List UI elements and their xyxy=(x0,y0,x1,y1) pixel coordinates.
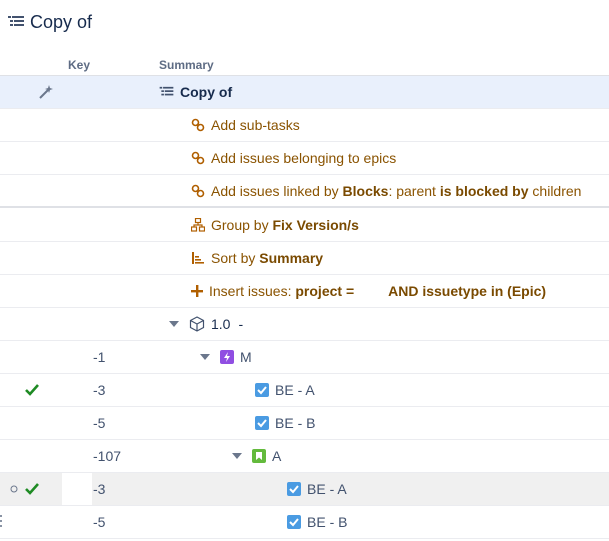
generator-label[interactable]: Insert issues: project = AND issuetype in… xyxy=(209,283,546,299)
issue-key[interactable]: -1 xyxy=(93,341,105,373)
generator-label[interactable]: Add sub-tasks xyxy=(211,117,300,133)
column-header-summary[interactable]: Summary xyxy=(159,58,214,72)
generator-label[interactable]: Add issues linked by Blocks: parent is b… xyxy=(211,183,581,199)
checkbox-icon xyxy=(255,416,269,430)
table-row-issue[interactable]: -3 BE - A xyxy=(0,473,609,506)
issue-key[interactable]: -3 xyxy=(93,374,105,406)
table-row-epics-generator[interactable]: Add issues belonging to epics xyxy=(0,142,609,175)
table-row-epic[interactable]: -107 A xyxy=(0,440,609,473)
issue-key[interactable]: -107 xyxy=(93,440,121,472)
box-icon xyxy=(189,316,205,332)
table-row-issue[interactable]: -5 BE - B xyxy=(0,506,609,539)
chevron-down-icon[interactable] xyxy=(200,354,210,360)
generator-label[interactable]: Group by Fix Version/s xyxy=(211,217,359,233)
table-row-issue[interactable]: -5 BE - B xyxy=(0,407,609,440)
table-row-epic[interactable]: -1 M xyxy=(0,341,609,374)
table-row-linked-generator[interactable]: Add issues linked by Blocks: parent is b… xyxy=(0,175,609,208)
group-icon xyxy=(191,218,205,232)
page-title: Copy of xyxy=(8,10,92,34)
table-row-group-generator[interactable]: Group by Fix Version/s xyxy=(0,209,609,242)
radio-circle-icon[interactable] xyxy=(10,473,18,505)
issue-summary[interactable]: BE - A xyxy=(307,481,347,497)
link-icon xyxy=(191,118,205,132)
issue-summary[interactable]: BE - B xyxy=(275,415,315,431)
drag-handle-icon[interactable] xyxy=(0,506,2,538)
structure-icon xyxy=(159,86,174,98)
chevron-down-icon[interactable] xyxy=(169,321,179,327)
root-label[interactable]: Copy of xyxy=(180,84,232,100)
version-suffix: - xyxy=(238,316,244,332)
issue-summary[interactable]: A xyxy=(272,448,281,464)
version-label[interactable]: 1.0 xyxy=(211,316,230,332)
checkmark-icon xyxy=(25,374,39,406)
table-row-root[interactable]: Copy of xyxy=(0,76,609,109)
table-row-subtasks-generator[interactable]: Add sub-tasks xyxy=(0,109,609,142)
plus-icon xyxy=(191,285,203,297)
issue-key[interactable]: -5 xyxy=(93,506,105,538)
checkbox-icon xyxy=(255,383,269,397)
sort-icon xyxy=(191,251,205,265)
issue-summary[interactable]: M xyxy=(240,349,252,365)
table-row-issue[interactable]: -3 BE - A xyxy=(0,374,609,407)
checkbox-icon xyxy=(287,515,301,529)
checkmark-icon xyxy=(25,473,39,505)
magic-wand-icon[interactable] xyxy=(38,76,54,108)
generator-label[interactable]: Add issues belonging to epics xyxy=(211,150,396,166)
page-title-text: Copy of xyxy=(30,11,93,32)
epic-icon xyxy=(220,350,234,364)
issue-summary[interactable]: BE - B xyxy=(307,514,347,530)
structure-icon xyxy=(8,15,24,29)
generator-label[interactable]: Sort by Summary xyxy=(211,250,323,266)
table-row-sort-generator[interactable]: Sort by Summary xyxy=(0,242,609,275)
chevron-down-icon[interactable] xyxy=(232,453,242,459)
link-icon xyxy=(191,151,205,165)
column-header-key[interactable]: Key xyxy=(68,58,90,72)
checkbox-icon xyxy=(287,482,301,496)
issue-key[interactable]: -5 xyxy=(93,407,105,439)
story-icon xyxy=(252,449,266,463)
issue-key[interactable]: -3 xyxy=(93,473,105,505)
issue-summary[interactable]: BE - A xyxy=(275,382,315,398)
table-row-version[interactable]: 1.0 - xyxy=(0,308,609,341)
link-icon xyxy=(191,184,205,198)
table-row-insert-generator[interactable]: Insert issues: project = AND issuetype in… xyxy=(0,275,609,308)
